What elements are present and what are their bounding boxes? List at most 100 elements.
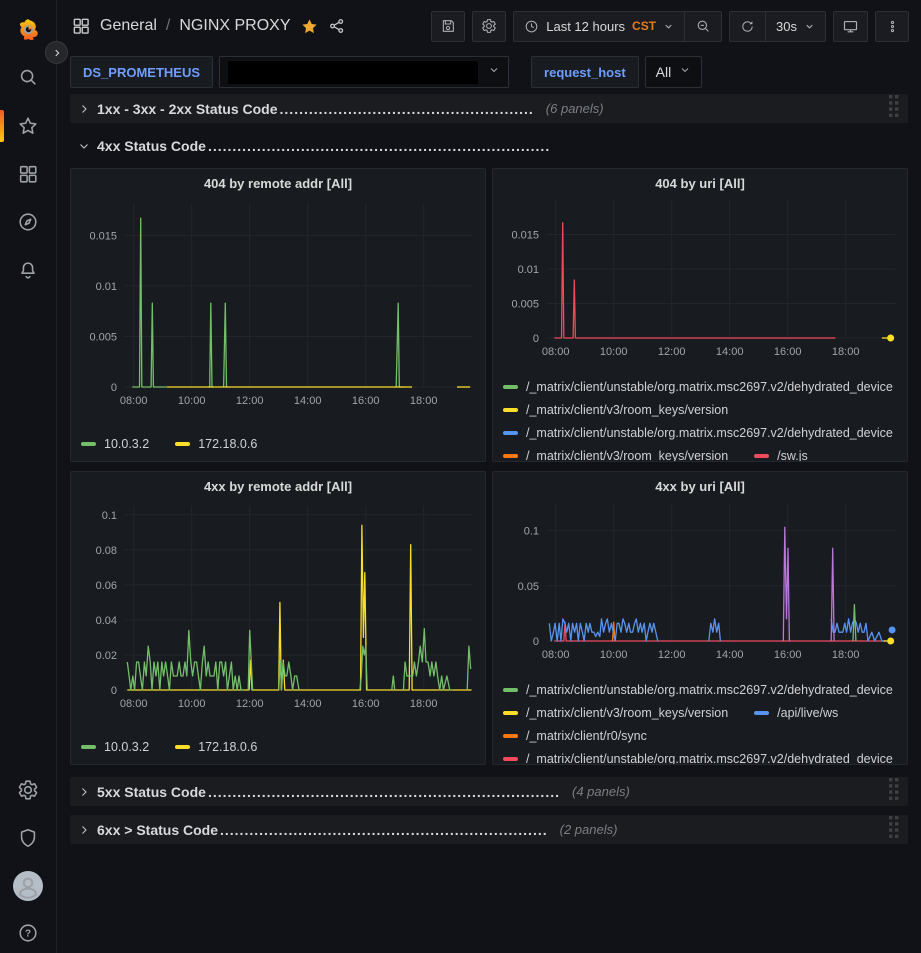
legend-row: /_matrix/client/r0/sync: [503, 724, 907, 747]
legend-swatch-icon: [754, 711, 769, 715]
svg-text:10:00: 10:00: [600, 346, 628, 358]
svg-text:0.02: 0.02: [96, 650, 117, 662]
legend-item[interactable]: /_matrix/client/unstable/org.matrix.msc2…: [503, 426, 893, 440]
svg-text:16:00: 16:00: [774, 649, 802, 661]
dashboards-icon[interactable]: [8, 154, 48, 194]
legend-item[interactable]: /_matrix/client/v3/room_keys/version: [503, 449, 728, 461]
search-icon[interactable]: [8, 57, 48, 97]
alerting-bell-icon[interactable]: [8, 250, 48, 290]
variable-dropdown-ds-prometheus[interactable]: [219, 56, 509, 88]
legend-item[interactable]: 10.0.3.2: [81, 740, 149, 754]
legend-item[interactable]: /_matrix/client/unstable/org.matrix.msc2…: [503, 683, 893, 697]
sidebar-expand-button[interactable]: [45, 41, 68, 64]
legend-label: /_matrix/client/unstable/org.matrix.msc2…: [526, 380, 893, 394]
refresh-button[interactable]: [730, 12, 765, 41]
svg-text:16:00: 16:00: [352, 395, 380, 407]
legend-swatch-icon: [503, 454, 518, 458]
row-header-4xx[interactable]: 4xx Status Code ........................…: [70, 133, 908, 159]
legend-item[interactable]: /_matrix/client/r0/sync: [503, 729, 647, 743]
timezone-label: CST: [632, 19, 656, 33]
row-leader-dots: ........................................…: [280, 101, 534, 117]
refresh-icon: [740, 19, 755, 34]
legend-item[interactable]: 172.18.0.6: [175, 740, 257, 754]
legend-label: /api/live/ws: [777, 706, 838, 720]
panel-title[interactable]: 4xx by uri [All]: [493, 472, 907, 497]
legend-row: /_matrix/client/v3/room_keys/version: [503, 398, 907, 421]
variable-value-request-host: All: [656, 64, 672, 80]
legend-swatch-icon: [754, 454, 769, 458]
svg-text:0.005: 0.005: [89, 331, 117, 343]
variable-label-ds-prometheus[interactable]: DS_PROMETHEUS: [70, 56, 213, 88]
variable-label-request-host[interactable]: request_host: [531, 56, 639, 88]
legend-row: /_matrix/client/unstable/org.matrix.msc2…: [503, 375, 907, 398]
row-drag-handle[interactable]: [888, 94, 900, 123]
row-title: 1xx - 3xx - 2xx Status Code: [97, 101, 278, 117]
row-leader-dots: ........................................…: [208, 138, 550, 154]
share-icon[interactable]: [328, 17, 346, 35]
svg-text:0.1: 0.1: [524, 526, 539, 538]
legend-item[interactable]: /_matrix/client/v3/room_keys/version: [503, 403, 728, 417]
avatar-circle: [13, 871, 43, 901]
row-drag-handle[interactable]: [888, 815, 900, 844]
more-options-kebab-button[interactable]: [875, 11, 909, 42]
panel-grid: 404 by remote addr [All] 00.0050.010.015…: [70, 168, 908, 765]
row-drag-handle[interactable]: [888, 777, 900, 806]
timeseries-chart[interactable]: 00.050.108:0010:0012:0014:0016:0018:00: [497, 497, 903, 665]
legend-swatch-icon: [175, 442, 190, 446]
legend-row: /_matrix/client/v3/room_keys/version/sw.…: [503, 444, 907, 461]
svg-text:10:00: 10:00: [178, 395, 206, 407]
legend-item[interactable]: /_matrix/client/v3/room_keys/version: [503, 706, 728, 720]
favorite-star-icon[interactable]: [300, 17, 319, 36]
save-dashboard-button[interactable]: [431, 11, 465, 42]
panel-404-by-uri: 404 by uri [All] 00.0050.010.01508:0010:…: [492, 168, 908, 462]
help-icon[interactable]: ?: [8, 913, 48, 953]
svg-text:10:00: 10:00: [600, 649, 628, 661]
chevron-right-icon: [78, 786, 90, 798]
dashboard-toolbar: Last 12 hours CST 30s: [431, 11, 909, 42]
legend-swatch-icon: [503, 734, 518, 738]
svg-text:0.1: 0.1: [102, 510, 117, 522]
panel-legend: /_matrix/client/unstable/org.matrix.msc2…: [493, 375, 907, 461]
tv-mode-button[interactable]: [833, 11, 868, 42]
svg-text:18:00: 18:00: [832, 346, 860, 358]
legend-item[interactable]: 172.18.0.6: [175, 437, 257, 451]
legend-swatch-icon: [503, 757, 518, 761]
dashboard-settings-button[interactable]: [472, 11, 506, 42]
row-header-6xx[interactable]: 6xx > Status Code ......................…: [70, 815, 908, 844]
server-admin-shield-icon[interactable]: [8, 818, 48, 858]
svg-text:0.04: 0.04: [96, 615, 117, 627]
timeseries-chart[interactable]: 00.0050.010.01508:0010:0012:0014:0016:00…: [75, 197, 481, 411]
grafana-logo[interactable]: [8, 10, 48, 50]
legend-item[interactable]: /_matrix/client/unstable/org.matrix.msc2…: [503, 380, 893, 394]
panel-title[interactable]: 404 by remote addr [All]: [71, 169, 485, 197]
dashboard-title[interactable]: NGINX PROXY: [179, 17, 290, 35]
legend-swatch-icon: [503, 408, 518, 412]
row-panel-count: (2 panels): [560, 822, 618, 837]
zoom-out-button[interactable]: [684, 12, 721, 41]
clock-icon: [524, 19, 539, 34]
chevron-right-icon: [78, 103, 90, 115]
legend-item[interactable]: /api/live/ws: [754, 706, 838, 720]
breadcrumb-section[interactable]: General: [100, 17, 157, 35]
explore-compass-icon[interactable]: [8, 202, 48, 242]
variable-dropdown-request-host[interactable]: All: [645, 56, 703, 88]
panel-title[interactable]: 404 by uri [All]: [493, 169, 907, 194]
configuration-gear-icon[interactable]: [8, 770, 48, 810]
row-header-1xx-3xx-2xx[interactable]: 1xx - 3xx - 2xx Status Code ............…: [70, 94, 908, 123]
timeseries-chart[interactable]: 00.0050.010.01508:0010:0012:0014:0016:00…: [497, 194, 903, 362]
time-range-picker[interactable]: Last 12 hours CST: [514, 12, 684, 41]
legend-row: /_matrix/client/unstable/org.matrix.msc2…: [503, 678, 907, 701]
panel-title[interactable]: 4xx by remote addr [All]: [71, 472, 485, 500]
timeseries-chart[interactable]: 00.020.040.060.080.108:0010:0012:0014:00…: [75, 500, 481, 714]
row-title: 5xx Status Code: [97, 784, 206, 800]
legend-item[interactable]: /_matrix/client/unstable/org.matrix.msc2…: [503, 752, 893, 764]
refresh-interval-picker[interactable]: 30s: [765, 12, 825, 41]
legend-item[interactable]: /sw.js: [754, 449, 808, 461]
user-avatar[interactable]: [8, 866, 48, 906]
refresh-interval-label: 30s: [776, 19, 797, 34]
legend-item[interactable]: 10.0.3.2: [81, 437, 149, 451]
row-header-5xx[interactable]: 5xx Status Code ........................…: [70, 777, 908, 806]
starred-dashboards-icon[interactable]: [8, 106, 48, 146]
svg-text:08:00: 08:00: [120, 698, 148, 710]
legend-swatch-icon: [81, 745, 96, 749]
